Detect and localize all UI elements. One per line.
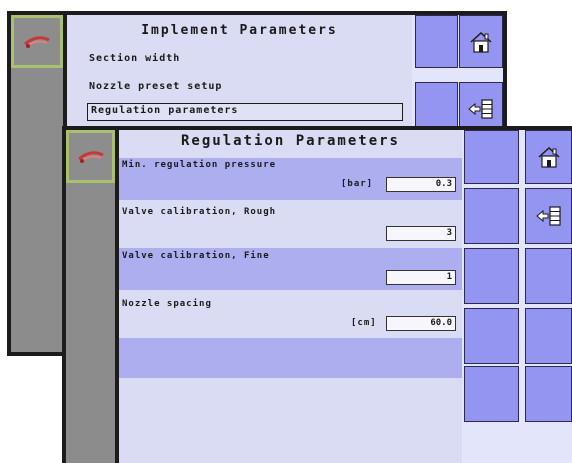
param-row-valve-calibration-rough[interactable]: Valve calibration, Rough 3 [119,202,462,242]
home-icon [537,146,561,168]
param-row-valve-calibration-fine[interactable]: Valve calibration, Fine 1 [119,248,462,290]
param-value-field[interactable]: 0.3 [386,177,456,192]
softkey-7[interactable] [464,366,519,422]
param-label: Nozzle spacing [122,299,212,309]
back-list-button[interactable] [525,188,572,244]
param-label: Valve calibration, Rough [122,207,277,217]
softkey-5[interactable] [464,308,519,364]
param-value-field[interactable]: 60.0 [386,316,456,331]
logo-tile[interactable] [66,130,115,183]
menu-item-regulation-parameters[interactable]: Regulation parameters [87,103,403,121]
main-content: Regulation Parameters Min. regulation pr… [119,130,462,463]
softkey-1[interactable] [464,130,519,184]
empty-row [119,338,462,378]
menu-item-section-width[interactable]: Section width [89,53,180,64]
softkey-8[interactable] [525,366,572,422]
param-unit: [bar] [341,179,374,189]
logo-tile[interactable] [11,15,63,68]
page-title: Regulation Parameters [180,133,400,149]
param-row-nozzle-spacing[interactable]: Nozzle spacing [cm] 60.0 [119,294,462,334]
softkey-4[interactable] [525,248,572,304]
softkey-1[interactable] [415,15,458,68]
softkey-6[interactable] [525,308,572,364]
softkey-2[interactable] [464,188,519,244]
param-label: Min. regulation pressure [122,160,277,170]
param-label: Valve calibration, Fine [122,251,270,261]
back-list-icon [535,205,563,227]
param-value-field[interactable]: 3 [386,226,456,241]
home-button[interactable] [525,130,572,184]
page-title: Implement Parameters [141,23,338,38]
softkey-3[interactable] [464,248,519,304]
home-icon [469,31,493,53]
param-row-min-regulation-pressure[interactable]: Min. regulation pressure [bar] 0.3 [119,158,462,200]
sprayer-logo-icon [76,149,106,165]
sprayer-logo-icon [22,34,52,50]
regulation-parameters-screen: Regulation Parameters Min. regulation pr… [62,126,572,463]
home-button[interactable] [459,15,503,68]
back-list-icon [467,98,495,120]
param-unit: [cm] [351,318,377,328]
menu-item-nozzle-preset[interactable]: Nozzle preset setup [89,81,222,92]
param-value-field[interactable]: 1 [386,270,456,285]
